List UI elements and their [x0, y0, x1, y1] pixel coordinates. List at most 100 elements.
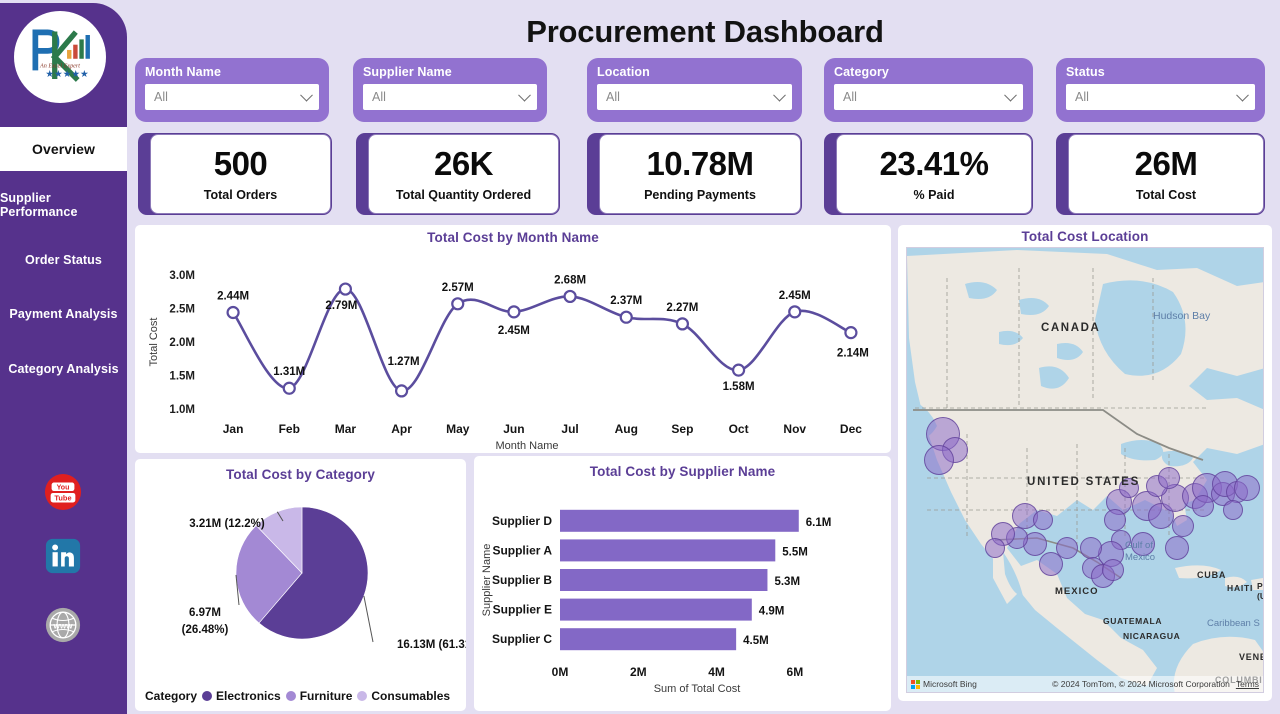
kpi-value: 23.41%	[879, 145, 989, 182]
bar-category-label: Supplier D	[492, 514, 552, 528]
pie-chart-svg: 16.13M (61.31%) 6.97M (26.48%) 3.21M (12.2%…	[182, 506, 466, 651]
legend-swatch	[357, 691, 368, 701]
x-axis-tick: Sep	[671, 422, 693, 436]
company-logo: An Excel Expert ★★★★★	[14, 11, 106, 103]
map-bubble[interactable]	[924, 445, 954, 475]
map-bubble[interactable]	[1234, 475, 1260, 501]
data-label: 2.45M	[498, 325, 530, 337]
map-bubble[interactable]	[1165, 536, 1189, 560]
sidebar-item-overview[interactable]: Overview	[0, 127, 127, 171]
data-point[interactable]	[338, 282, 353, 296]
map-bubble[interactable]	[1119, 478, 1139, 498]
chevron-down-icon	[518, 88, 531, 102]
website-globe-icon[interactable]: www	[44, 606, 82, 644]
data-point[interactable]	[563, 289, 577, 304]
data-point[interactable]	[619, 310, 633, 324]
map-panel[interactable]: Total Cost Location CANADA Hudson Bay UNIT…	[898, 225, 1272, 701]
data-label: 1.58M	[723, 381, 755, 393]
map-title: Total Cost Location	[1021, 229, 1149, 244]
map-bubble[interactable]	[1033, 510, 1053, 530]
slicer-dropdown[interactable]: All	[145, 84, 319, 110]
slicer-dropdown[interactable]: All	[834, 84, 1023, 110]
bar[interactable]	[560, 598, 752, 621]
data-label: 2.27M	[666, 302, 698, 314]
data-point[interactable]	[788, 305, 802, 319]
line-chart-panel[interactable]: Total Cost by Month Name 1.0M 1.5M 2.0M 2.5…	[135, 225, 891, 453]
map-bubble[interactable]	[1080, 537, 1102, 559]
sidebar-item-label: Overview	[31, 141, 96, 157]
x-axis-tick: May	[446, 422, 470, 436]
kpi-card-total-orders[interactable]: 500 Total Orders	[138, 133, 332, 215]
y-axis-label: Total Cost	[148, 318, 160, 367]
data-point[interactable]	[731, 363, 746, 377]
pie-leader-line	[363, 595, 374, 643]
map-bubble[interactable]	[1102, 559, 1124, 581]
slicer-month-name[interactable]: Month Name All	[135, 58, 329, 122]
kpi-card-pending-payments[interactable]: 10.78M Pending Payments	[587, 133, 802, 215]
x-axis-tick: Jul	[561, 422, 578, 436]
bar[interactable]	[560, 539, 776, 562]
pie-legend: Category Electronics Furniture Consumabl…	[145, 689, 450, 703]
slicer-supplier-name[interactable]: Supplier Name All	[353, 58, 547, 122]
data-label: 2.68M	[554, 274, 586, 286]
kpi-card-total-quantity-ordered[interactable]: 26K Total Quantity Ordered	[356, 133, 560, 215]
kpi-value: 10.78M	[646, 145, 754, 182]
map-terms-link[interactable]: Terms	[1236, 679, 1259, 689]
slicer-category[interactable]: Category All	[824, 58, 1033, 122]
slicer-dropdown[interactable]: All	[363, 84, 537, 110]
sidebar-item-order-status[interactable]: Order Status	[0, 242, 127, 278]
map-bubble[interactable]	[1192, 495, 1214, 517]
linkedin-icon[interactable]	[44, 537, 82, 575]
youtube-icon[interactable]: You Tube	[44, 473, 82, 511]
slicer-label: Supplier Name	[363, 65, 452, 79]
logo-icon: An Excel Expert ★★★★★	[16, 13, 104, 101]
kpi-label: Pending Payments	[644, 188, 756, 202]
map-canvas[interactable]: CANADA Hudson Bay UNITED STATES MEXICO Gulf …	[906, 247, 1264, 693]
data-point[interactable]	[226, 305, 240, 320]
svg-text:You: You	[57, 485, 70, 492]
slicer-label: Location	[597, 65, 650, 79]
x-axis-tick: 6M	[787, 665, 804, 679]
map-bubble[interactable]	[1104, 509, 1126, 531]
slicer-status[interactable]: Status All	[1056, 58, 1265, 122]
map-bubble[interactable]	[1172, 515, 1194, 537]
kpi-label: Total Quantity Ordered	[395, 188, 532, 202]
slicer-dropdown[interactable]: All	[1066, 84, 1255, 110]
map-bubble[interactable]	[1223, 500, 1243, 520]
map-bubble[interactable]	[1039, 552, 1063, 576]
kpi-card-percent-paid[interactable]: 23.41% % Paid	[824, 133, 1033, 215]
slicer-location[interactable]: Location All	[587, 58, 802, 122]
data-point[interactable]	[451, 297, 465, 311]
legend-label: Furniture	[299, 689, 353, 703]
bar[interactable]	[560, 628, 737, 651]
kpi-label: % Paid	[913, 188, 955, 202]
kpi-card-total-cost[interactable]: 26M Total Cost	[1056, 133, 1265, 215]
slicer-dropdown[interactable]: All	[597, 84, 792, 110]
legend-item-electronics[interactable]: Electronics	[202, 689, 281, 703]
data-point[interactable]	[675, 317, 690, 331]
svg-text:★★★★★: ★★★★★	[45, 69, 89, 80]
sidebar-item-label: Supplier Performance	[0, 191, 78, 219]
bar-chart-title: Total Cost by Supplier Name	[589, 464, 776, 479]
map-bubble[interactable]	[1131, 532, 1155, 556]
legend-item-consumables[interactable]: Consumables	[357, 689, 450, 703]
map-bubble[interactable]	[985, 538, 1005, 558]
data-point[interactable]	[282, 381, 296, 395]
svg-text:Tube: Tube	[54, 494, 71, 503]
map-bubble[interactable]	[1158, 467, 1180, 489]
line-chart-title: Total Cost by Month Name	[427, 230, 599, 245]
sidebar-item-payment-analysis[interactable]: Payment Analysis	[0, 296, 127, 332]
svg-text:www: www	[52, 621, 73, 630]
bar-category-label: Supplier C	[492, 632, 552, 646]
bar[interactable]	[560, 569, 768, 591]
legend-item-furniture[interactable]: Furniture	[285, 689, 353, 703]
bar[interactable]	[560, 509, 799, 532]
data-point[interactable]	[507, 305, 521, 319]
sidebar-item-category-analysis[interactable]: Category Analysis	[0, 351, 127, 387]
x-axis-tick: 2M	[630, 665, 647, 679]
bar-chart-panel[interactable]: Total Cost by Supplier Name Supplier D 6.…	[474, 456, 891, 711]
data-point[interactable]	[844, 326, 858, 340]
sidebar-item-supplier-performance[interactable]: Supplier Performance	[0, 187, 127, 223]
data-point[interactable]	[394, 384, 409, 398]
pie-chart-panel[interactable]: Total Cost by Category 16.13M (61.31%) 6.…	[135, 459, 466, 711]
